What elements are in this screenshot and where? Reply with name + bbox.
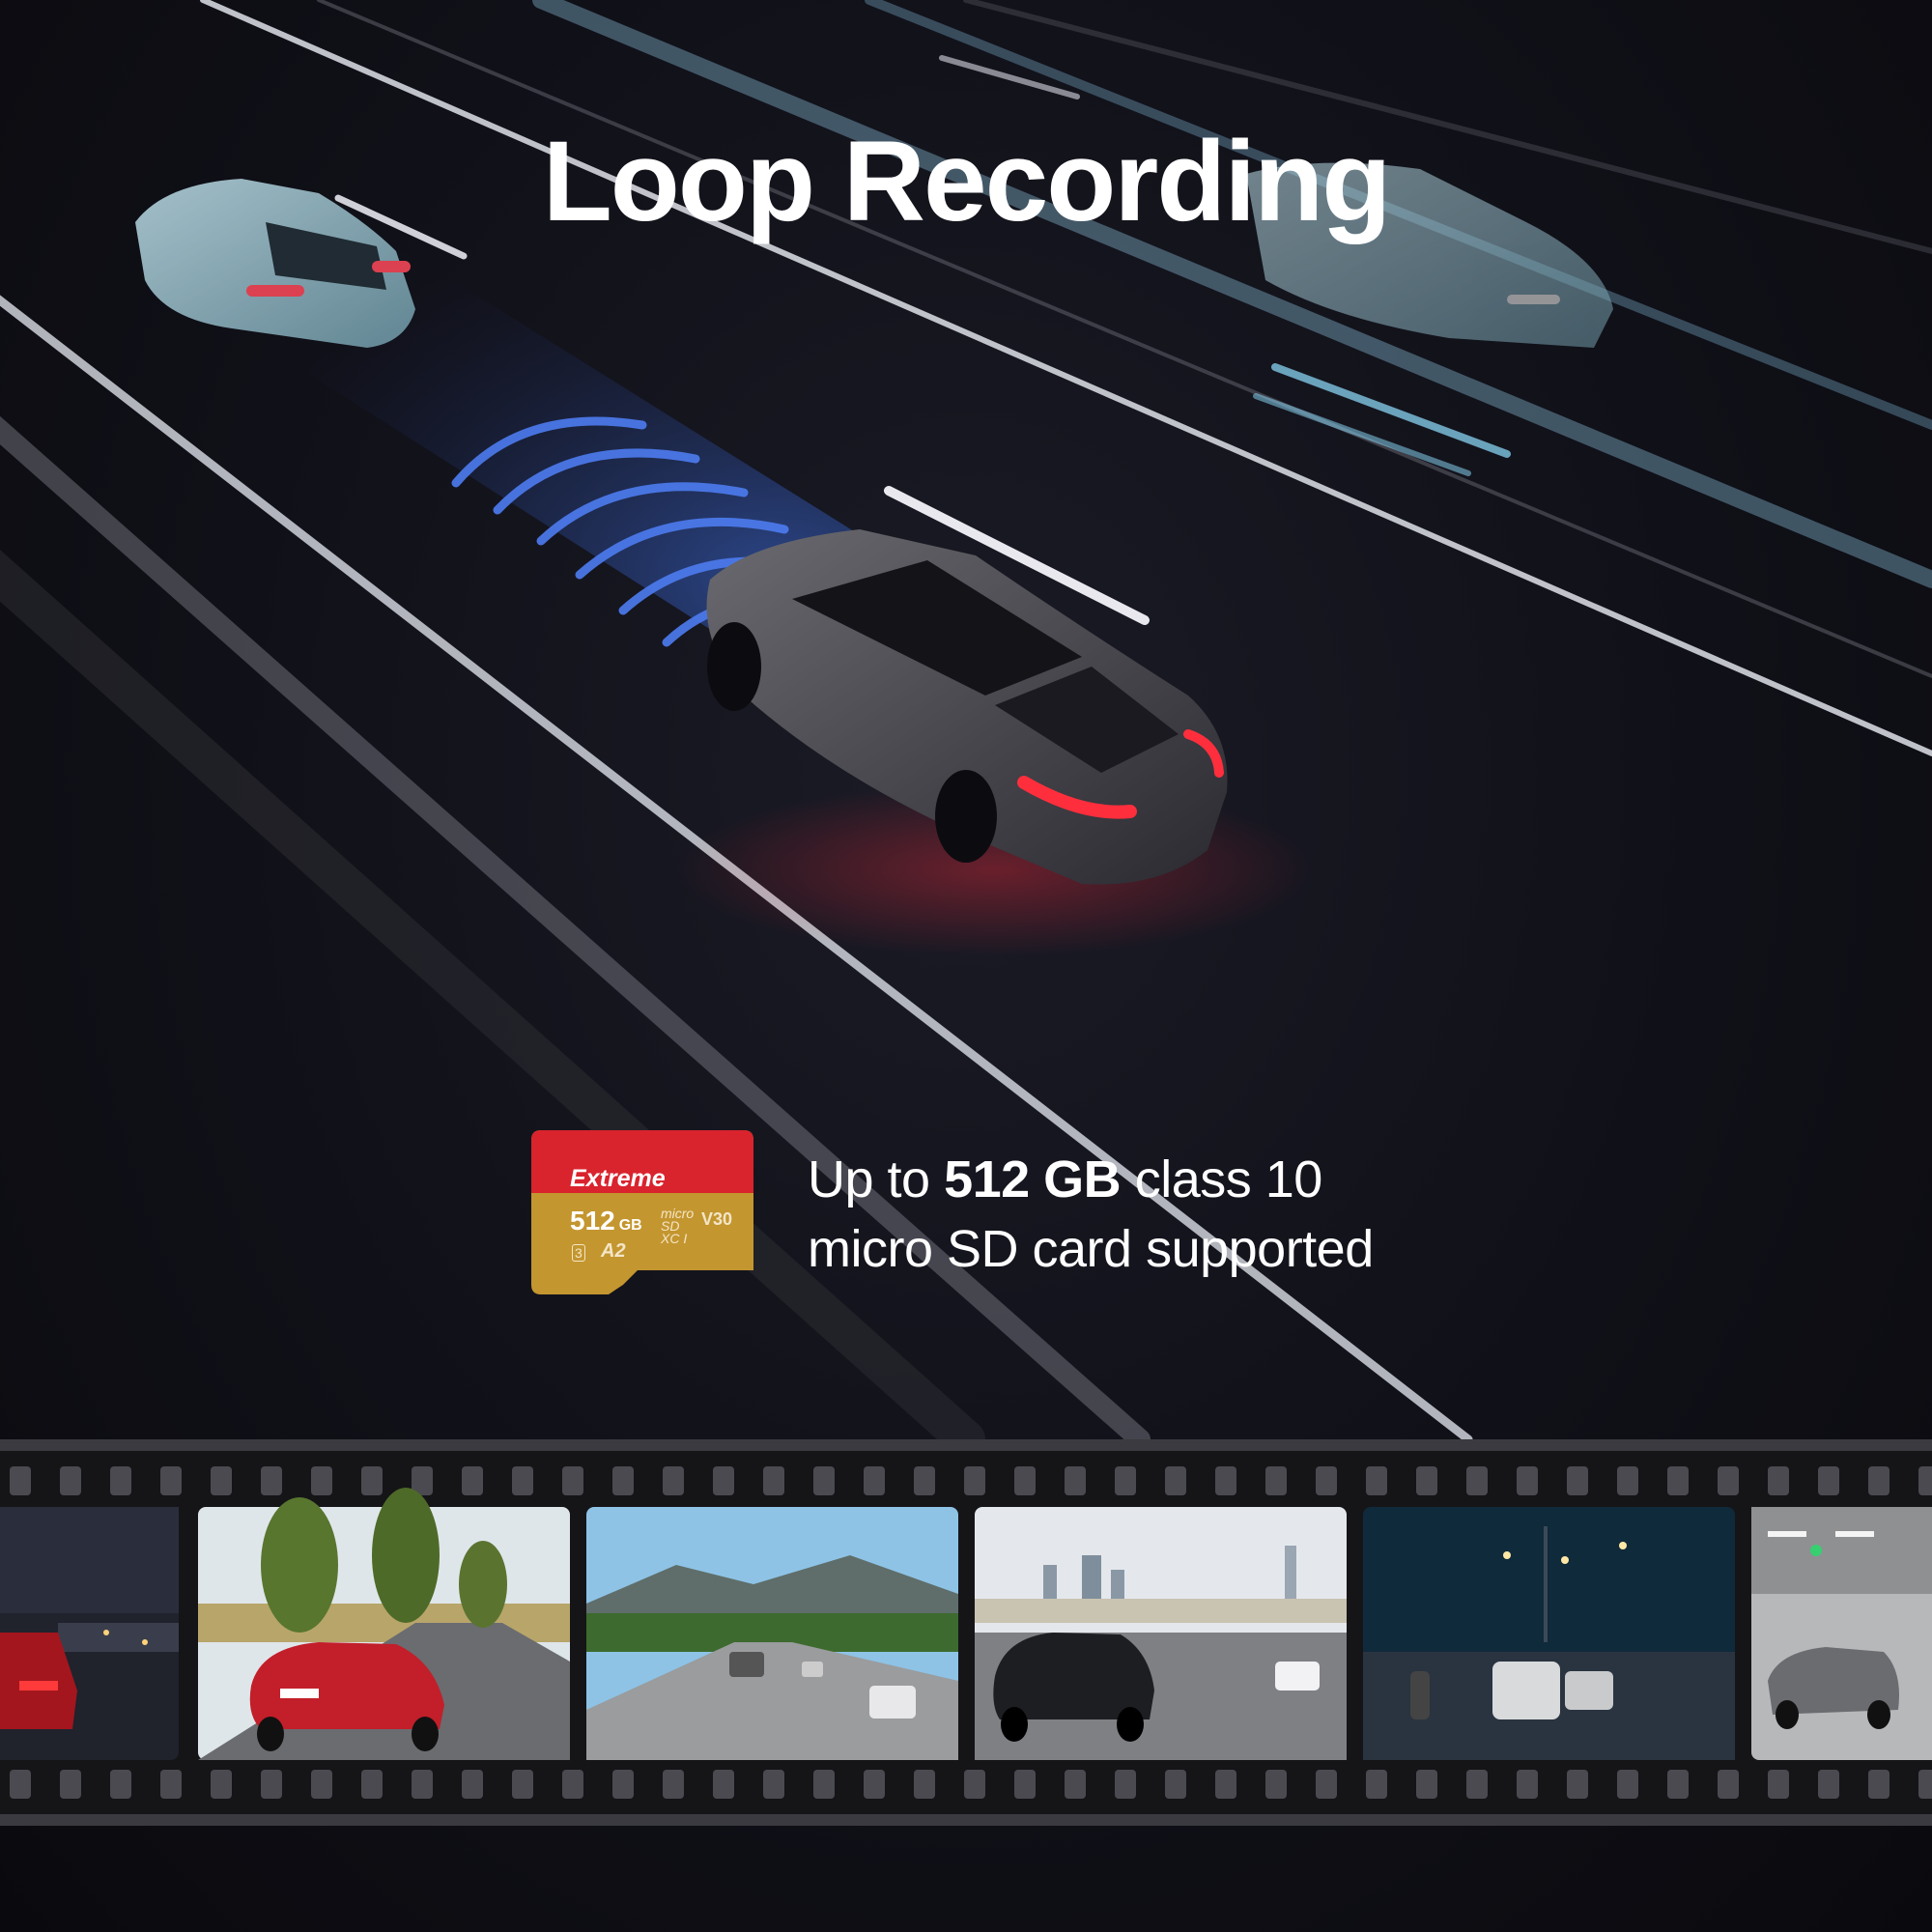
film-frame-4 xyxy=(975,1507,1347,1760)
sd-card-capacity-value: 512 xyxy=(570,1206,615,1236)
feature-line-2: micro SD card supported xyxy=(808,1220,1374,1278)
sd-card-capacity-unit: GB xyxy=(618,1217,642,1234)
sd-card-brand: Extreme xyxy=(570,1165,666,1192)
film-frame-2 xyxy=(198,1488,570,1760)
feature-line-1-suffix: class 10 xyxy=(1121,1151,1323,1208)
page-title: Loop Recording xyxy=(542,118,1392,245)
film-frame-6 xyxy=(1751,1507,1932,1760)
road-scene-illustration xyxy=(0,0,1932,1826)
film-frame-5 xyxy=(1363,1507,1735,1760)
ad-canvas: Loop Recording Extreme 512 GB micro SD XC… xyxy=(0,0,1932,1932)
sd-card-app-class: A2 xyxy=(601,1240,626,1262)
sd-card-speed-class: V30 xyxy=(701,1209,733,1229)
film-frame-3 xyxy=(586,1507,958,1760)
sd-card-uhs-class: 3 xyxy=(572,1244,585,1262)
sd-card-capacity: 512 GB xyxy=(570,1206,642,1236)
feature-line-1-prefix: Up to xyxy=(808,1151,945,1208)
feature-line-1: Up to 512 GB class 10 xyxy=(808,1145,1374,1214)
sd-card-xc-label: XC I xyxy=(661,1231,688,1246)
sd-card-format-logo: micro SD XC I xyxy=(661,1207,694,1246)
feature-description: Up to 512 GB class 10 micro SD card supp… xyxy=(808,1145,1374,1284)
filmstrip xyxy=(0,1439,1932,1826)
feature-capacity-highlight: 512 GB xyxy=(944,1151,1122,1208)
film-frame-1 xyxy=(0,1507,179,1760)
